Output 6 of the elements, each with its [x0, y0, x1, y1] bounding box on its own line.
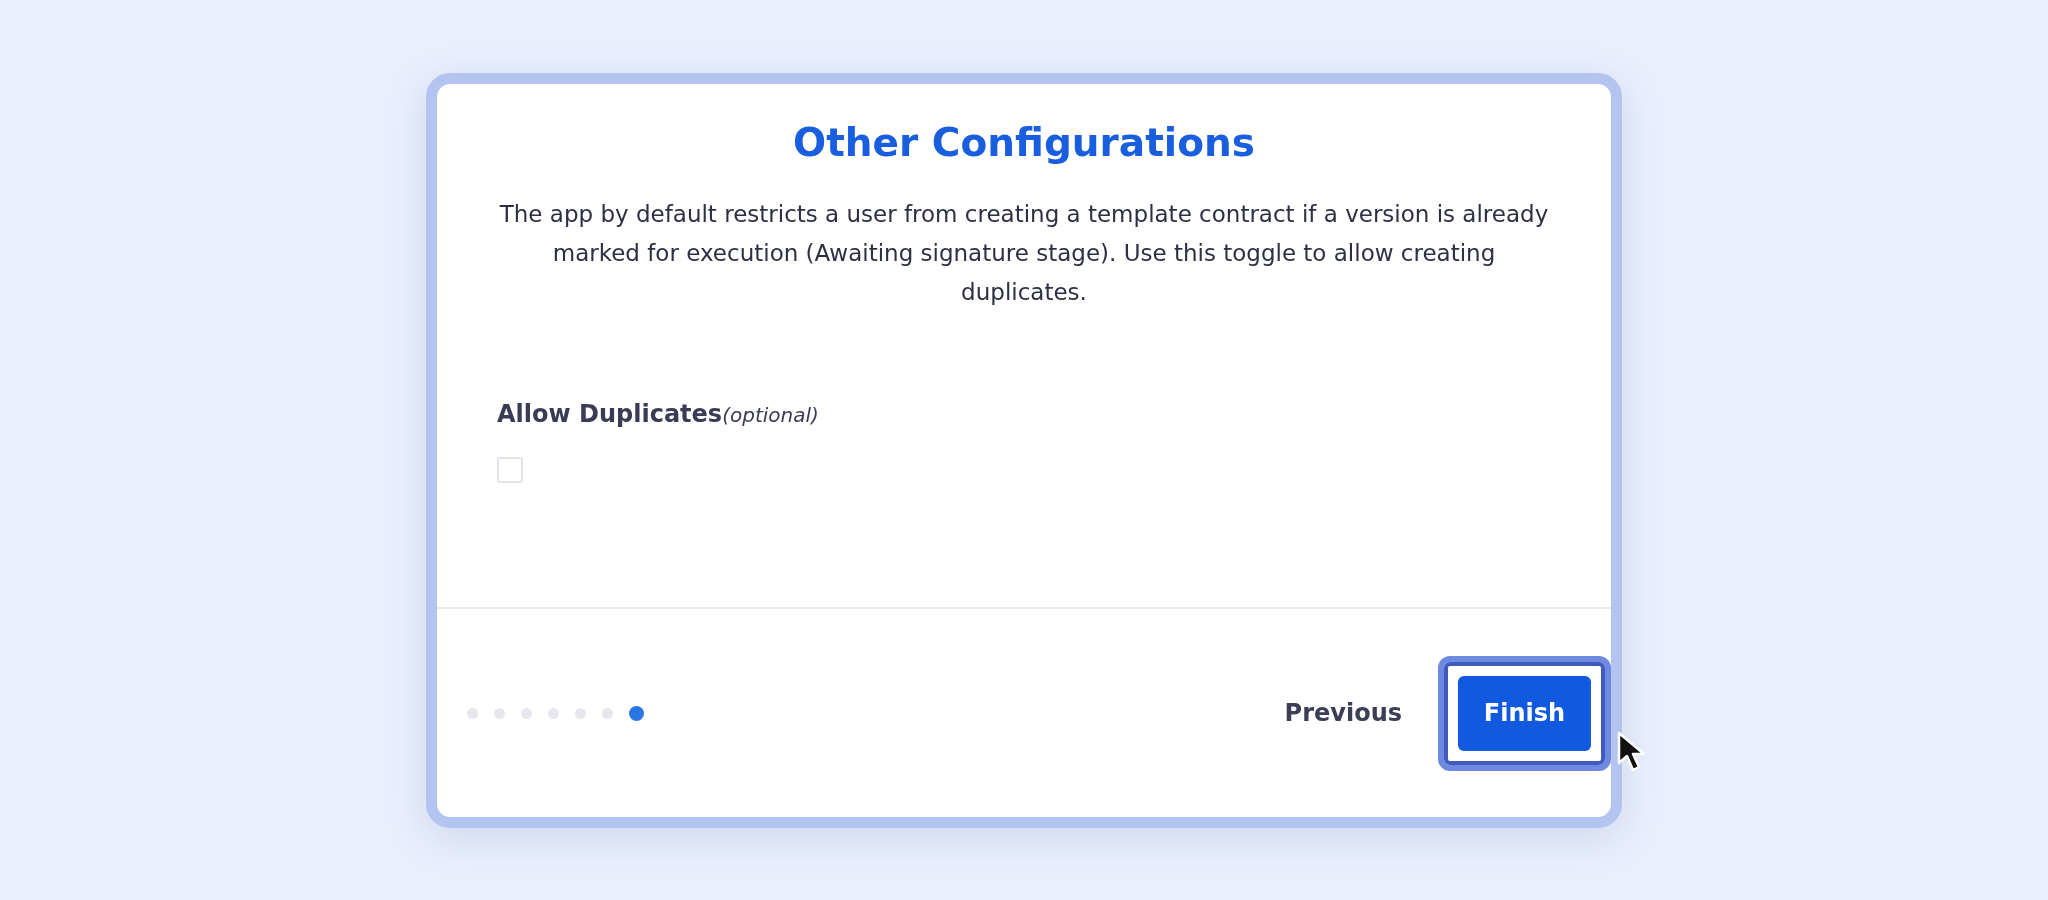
field-label: Allow Duplicates(optional) — [497, 398, 820, 430]
dialog-title: Other Configurations — [792, 119, 1256, 167]
finish-button[interactable]: Finish — [1458, 675, 1591, 751]
checkbox[interactable] — [497, 456, 523, 483]
previous-button[interactable]: Previous — [1278, 694, 1408, 732]
description: The app by default restricts a user from creating a template contract if a version is already marked for execution (Awaiting signature stage). Use this toggle to allow creating duplicates. — [498, 199, 1550, 307]
